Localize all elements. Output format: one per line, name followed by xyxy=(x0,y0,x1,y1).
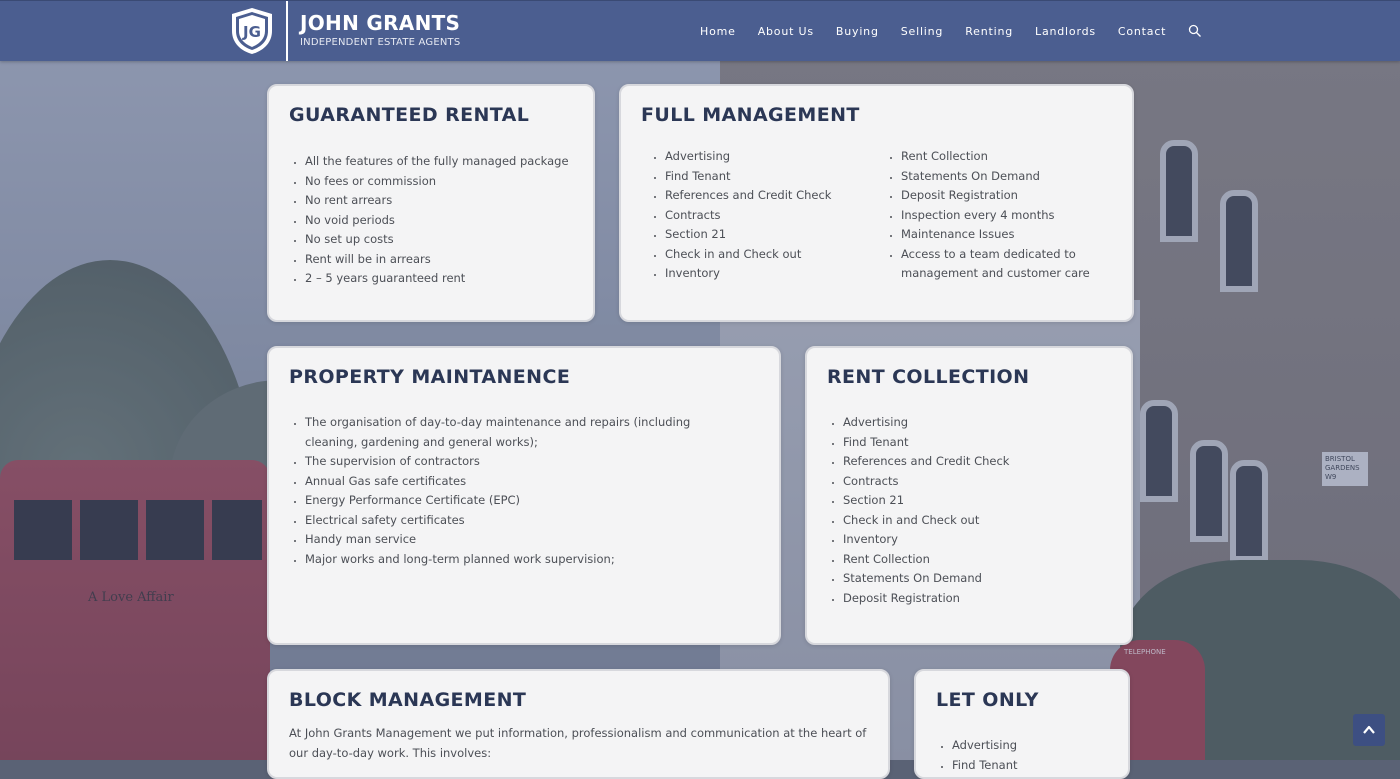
card-title: GUARANTEED RENTAL xyxy=(289,104,530,126)
list-item: Check in and Check out xyxy=(843,511,1123,531)
nav-landlords[interactable]: Landlords xyxy=(1035,25,1096,38)
list-item: References and Credit Check xyxy=(843,452,1123,472)
card-block-management: BLOCK MANAGEMENT At John Grants Manageme… xyxy=(267,669,890,779)
nav-contact[interactable]: Contact xyxy=(1118,25,1166,38)
main-nav: Home About Us Buying Selling Renting Lan… xyxy=(700,1,1202,61)
nav-renting[interactable]: Renting xyxy=(965,25,1013,38)
list-item: Contracts xyxy=(665,206,865,226)
list-item: All the features of the fully managed pa… xyxy=(305,152,595,172)
list-item: Electrical safety certificates xyxy=(305,511,745,531)
back-to-top-button[interactable] xyxy=(1353,714,1385,746)
feature-list: Advertising Find Tenant xyxy=(936,736,1132,775)
list-item: Section 21 xyxy=(843,491,1123,511)
list-item: No rent arrears xyxy=(305,191,595,211)
list-item: Access to a team dedicated to management… xyxy=(901,245,1111,284)
card-title: BLOCK MANAGEMENT xyxy=(289,689,527,711)
list-item: Inspection every 4 months xyxy=(901,206,1111,226)
list-item: Handy man service xyxy=(305,530,745,550)
site-header: JG JOHN GRANTS INDEPENDENT ESTATE AGENTS… xyxy=(0,0,1400,61)
list-item: No void periods xyxy=(305,211,595,231)
list-item: Advertising xyxy=(843,413,1123,433)
list-item: Energy Performance Certificate (EPC) xyxy=(305,491,745,511)
list-item: Deposit Registration xyxy=(901,186,1111,206)
list-item: Inventory xyxy=(843,530,1123,550)
list-item: The organisation of day-to-day maintenan… xyxy=(305,413,745,452)
feature-list: Advertising Find Tenant References and C… xyxy=(827,413,1123,608)
nav-selling[interactable]: Selling xyxy=(901,25,943,38)
brand-tagline: INDEPENDENT ESTATE AGENTS xyxy=(300,37,461,48)
list-item: Statements On Demand xyxy=(901,167,1111,187)
card-rent-collection: RENT COLLECTION Advertising Find Tenant … xyxy=(805,346,1133,645)
card-title: RENT COLLECTION xyxy=(827,366,1030,388)
list-item: No set up costs xyxy=(305,230,595,250)
list-item: Advertising xyxy=(665,147,865,167)
list-item: Find Tenant xyxy=(843,433,1123,453)
list-item: Deposit Registration xyxy=(843,589,1123,609)
chevron-up-icon xyxy=(1363,725,1375,734)
logo-shield-icon[interactable]: JG xyxy=(230,7,274,55)
feature-list: The organisation of day-to-day maintenan… xyxy=(289,413,745,569)
list-item: References and Credit Check xyxy=(665,186,865,206)
card-title: PROPERTY MAINTANENCE xyxy=(289,366,571,388)
logo-initials: JG xyxy=(242,23,261,41)
logo-divider xyxy=(286,1,288,61)
feature-list-left: Advertising Find Tenant References and C… xyxy=(649,147,865,284)
list-item: Rent Collection xyxy=(843,550,1123,570)
list-item: Contracts xyxy=(843,472,1123,492)
nav-buying[interactable]: Buying xyxy=(836,25,879,38)
list-item: The supervision of contractors xyxy=(305,452,745,472)
search-icon[interactable] xyxy=(1188,24,1202,38)
list-item: Maintenance Issues xyxy=(901,225,1111,245)
list-item: Inventory xyxy=(665,264,865,284)
list-item: Statements On Demand xyxy=(843,569,1123,589)
nav-home[interactable]: Home xyxy=(700,25,736,38)
card-guaranteed-rental: GUARANTEED RENTAL All the features of th… xyxy=(267,84,595,322)
list-item: Major works and long-term planned work s… xyxy=(305,550,745,570)
feature-list-right: Rent Collection Statements On Demand Dep… xyxy=(885,147,1111,284)
list-item: 2 – 5 years guaranteed rent xyxy=(305,269,595,289)
card-full-management: FULL MANAGEMENT Advertising Find Tenant … xyxy=(619,84,1134,322)
card-title: FULL MANAGEMENT xyxy=(641,104,860,126)
list-item: No fees or commission xyxy=(305,172,595,192)
nav-about-us[interactable]: About Us xyxy=(758,25,814,38)
card-intro-text: At John Grants Management we put informa… xyxy=(289,726,867,760)
card-let-only: LET ONLY Advertising Find Tenant xyxy=(914,669,1130,779)
list-item: Annual Gas safe certificates xyxy=(305,472,745,492)
card-title: LET ONLY xyxy=(936,689,1039,711)
list-item: Rent Collection xyxy=(901,147,1111,167)
list-item: Find Tenant xyxy=(665,167,865,187)
list-item: Advertising xyxy=(952,736,1132,756)
brand-name[interactable]: JOHN GRANTS xyxy=(300,11,460,35)
card-property-maintenance: PROPERTY MAINTANENCE The organisation of… xyxy=(267,346,781,645)
list-item: Find Tenant xyxy=(952,756,1132,776)
list-item: Section 21 xyxy=(665,225,865,245)
list-item: Check in and Check out xyxy=(665,245,865,265)
list-item: Rent will be in arrears xyxy=(305,250,595,270)
feature-list: All the features of the fully managed pa… xyxy=(289,152,595,289)
